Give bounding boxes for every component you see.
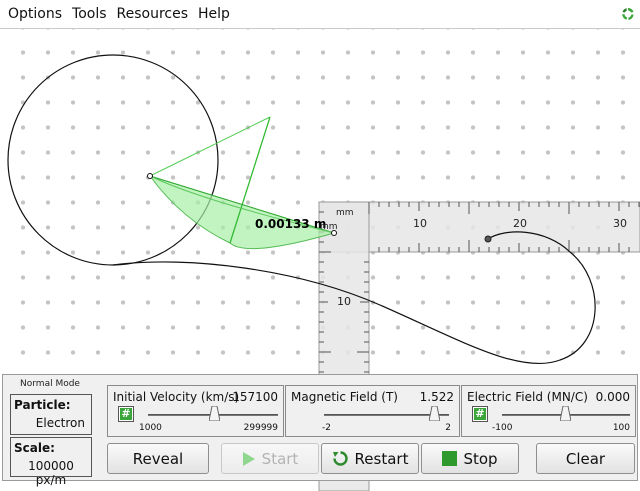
electric-slider-thumb[interactable] — [560, 406, 571, 421]
play-icon — [242, 451, 255, 466]
particle-title: Particle: — [14, 398, 71, 412]
reveal-button[interactable]: Reveal — [107, 443, 209, 474]
ruler-tick-label: 10 — [337, 295, 351, 308]
magnetic-slider-group: Magnetic Field (T) 1.522 -2 2 — [285, 385, 460, 437]
menu-resources[interactable]: Resources — [112, 0, 194, 29]
magnetic-label: Magnetic Field (T) — [291, 390, 398, 404]
app-window: Options Tools Resources Help mm 10 20 30… — [0, 0, 640, 491]
electric-max: 100 — [612, 423, 630, 433]
measurement-unit-label: mm — [320, 222, 338, 232]
restart-label: Restart — [354, 449, 409, 468]
velocity-min: 1000 — [139, 423, 162, 433]
menu-tools[interactable]: Tools — [67, 0, 112, 29]
start-label: Start — [261, 449, 299, 468]
number-entry-icon[interactable]: # — [472, 406, 488, 422]
velocity-value[interactable]: 157100 — [232, 390, 278, 404]
electric-min: -100 — [492, 423, 513, 433]
circular-trajectory — [7, 54, 219, 266]
stop-button[interactable]: Stop — [421, 443, 519, 474]
menu-options[interactable]: Options — [3, 0, 67, 29]
particle-marker[interactable] — [484, 235, 492, 243]
velocity-slider-thumb[interactable] — [209, 406, 220, 421]
menu-bar: Options Tools Resources Help — [0, 0, 640, 29]
magnetic-slider-thumb[interactable] — [429, 406, 440, 421]
clear-button[interactable]: Clear — [536, 443, 635, 474]
ruler-tick-label: 30 — [613, 217, 627, 230]
velocity-slider-group: Initial Velocity (km/s) 157100 # 1000 29… — [107, 385, 284, 437]
electric-value[interactable]: 0.000 — [596, 390, 630, 404]
scale-value: 100000 px/m — [28, 459, 74, 487]
restart-icon — [332, 451, 348, 466]
protractor-pivot[interactable] — [147, 173, 153, 179]
clear-label: Clear — [565, 449, 606, 468]
magnetic-value[interactable]: 1.522 — [420, 390, 454, 404]
electric-slider-group: Electric Field (MN/C) 0.000 # -100 100 — [461, 385, 636, 437]
start-button[interactable]: Start — [221, 443, 319, 474]
restart-button[interactable]: Restart — [321, 443, 419, 474]
mode-label: Normal Mode — [20, 379, 80, 389]
reveal-label: Reveal — [132, 449, 184, 468]
electric-label: Electric Field (MN/C) — [467, 390, 588, 404]
ruler-tick-label: 10 — [413, 217, 427, 230]
magnetic-min: -2 — [322, 423, 331, 433]
menu-help[interactable]: Help — [193, 0, 235, 29]
ruler-unit-label: mm — [336, 208, 354, 218]
velocity-max: 299999 — [243, 423, 278, 433]
phet-logo-icon[interactable] — [620, 6, 636, 22]
particle-selector[interactable]: Particle: Electron — [10, 394, 92, 435]
measurement-label: 0.00133 m — [255, 217, 326, 231]
scale-title: Scale: — [14, 441, 55, 455]
magnetic-max: 2 — [445, 423, 451, 433]
particle-value: Electron — [35, 416, 85, 430]
control-panel: Normal Mode Particle: Electron Scale: 10… — [2, 374, 638, 487]
scale-selector[interactable]: Scale: 100000 px/m — [10, 437, 92, 487]
stop-icon — [442, 451, 458, 466]
velocity-label: Initial Velocity (km/s) — [113, 390, 240, 404]
number-entry-icon[interactable]: # — [118, 406, 134, 422]
ruler-tick-label: 20 — [513, 217, 527, 230]
stop-label: Stop — [463, 449, 498, 468]
